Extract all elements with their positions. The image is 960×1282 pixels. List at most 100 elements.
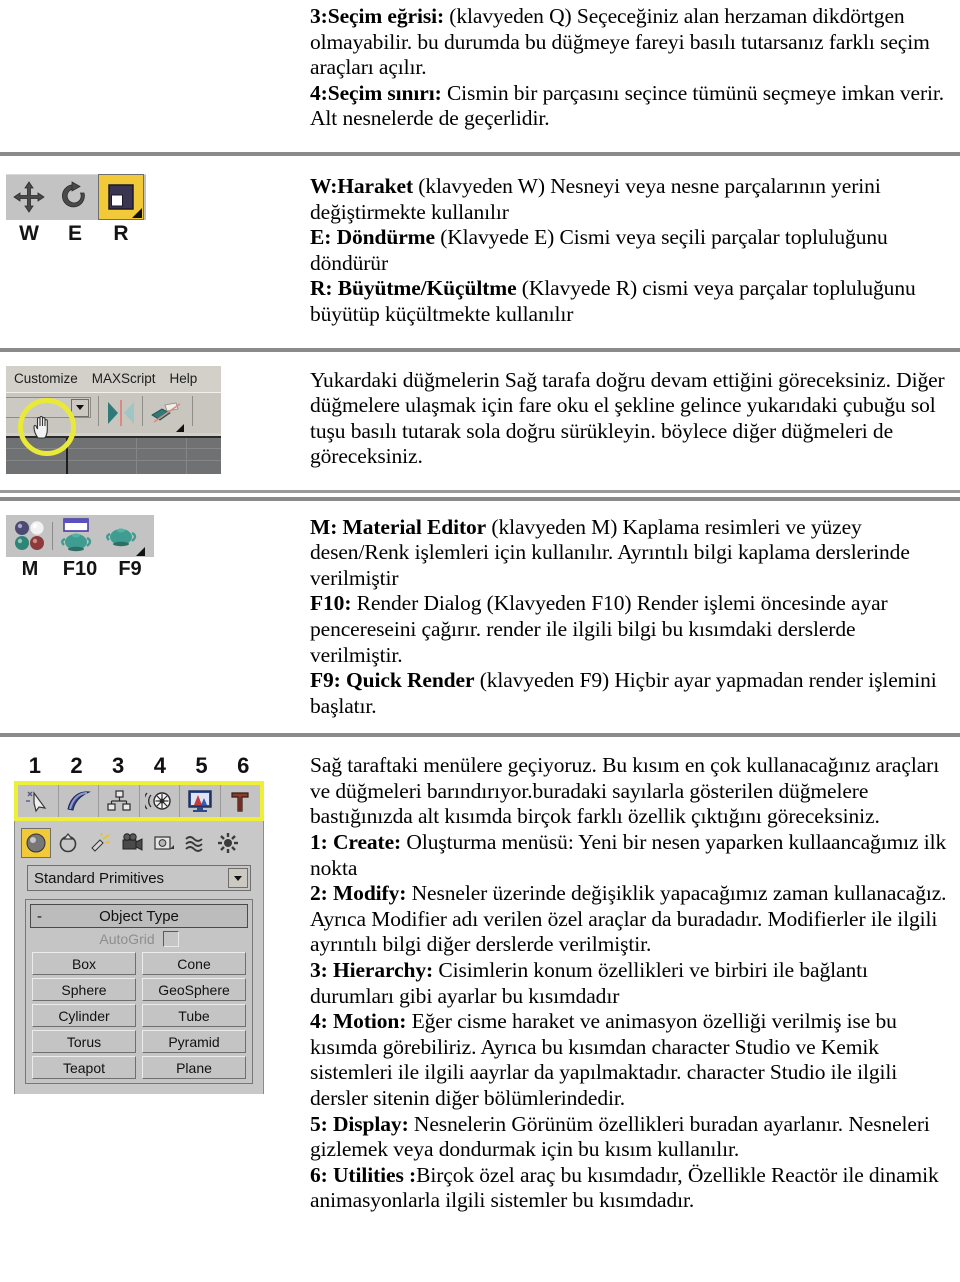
- object-type-rollout: - Object Type AutoGrid Box Cone Sphere G…: [25, 899, 253, 1085]
- display-icon: [188, 790, 212, 813]
- tab-create[interactable]: [18, 785, 59, 818]
- category-helpers[interactable]: [149, 828, 179, 858]
- paragraph: 1: Create: Oluşturma menüsü: Yeni bir ne…: [310, 830, 950, 881]
- rollout-title: Object Type: [99, 907, 179, 925]
- category-space-warps[interactable]: [181, 828, 211, 858]
- tab-utilities[interactable]: [221, 785, 261, 817]
- command-panel-tabs: [14, 781, 264, 822]
- toolbar-separator: [192, 395, 193, 426]
- paragraph-body: Nesneler üzerinde değişiklik yapacağımız…: [310, 881, 947, 957]
- object-button-cone[interactable]: Cone: [142, 952, 246, 976]
- paragraph: 4:Seçim sınırı: Cismin bir parçasını seç…: [310, 81, 950, 132]
- paragraph-body: Render Dialog (Klavyeden F10) Render işl…: [310, 591, 888, 667]
- section-render: M F10 F9 M: Material Editor (klavyeden M…: [0, 514, 960, 720]
- key-label-e: E: [67, 221, 82, 245]
- render-figure-column: M F10 F9: [0, 514, 310, 581]
- object-button-torus[interactable]: Torus: [32, 1030, 136, 1054]
- render-toolbar-bar: [6, 514, 154, 557]
- paragraph: 5: Display: Nesnelerin Görünüm özellikle…: [310, 1112, 950, 1163]
- menu-bar-screenshot: Customize MAXScript Help: [6, 365, 221, 474]
- object-button-sphere[interactable]: Sphere: [32, 978, 136, 1002]
- tab-motion[interactable]: [140, 785, 180, 818]
- move-tool-button[interactable]: [6, 174, 52, 220]
- paragraph: 2: Modify: Nesneler üzerinde değişiklik …: [310, 881, 950, 958]
- chevron-down-icon[interactable]: [228, 868, 248, 889]
- rotate-tool-button[interactable]: [52, 174, 98, 220]
- autogrid-row: AutoGrid: [30, 928, 248, 950]
- transform-toolbar-bar: [6, 173, 146, 221]
- align-button[interactable]: [150, 401, 184, 432]
- object-button-pyramid[interactable]: Pyramid: [142, 1030, 246, 1054]
- object-button-geosphere[interactable]: GeoSphere: [142, 978, 246, 1002]
- menu-item-maxscript[interactable]: MAXScript: [92, 371, 156, 386]
- object-button-cylinder[interactable]: Cylinder: [32, 1004, 136, 1028]
- primitives-dropdown[interactable]: Standard Primitives: [27, 865, 251, 892]
- menu-item-customize[interactable]: Customize: [14, 371, 78, 386]
- object-button-teapot[interactable]: Teapot: [32, 1056, 136, 1080]
- command-panel-screenshot: 1 2 3 4 5 6 Standard Primitives - Object…: [6, 753, 268, 1095]
- callout-number: 6: [237, 753, 250, 779]
- paragraph: 3:Seçim eğrisi: (klavyeden Q) Seçeceğini…: [310, 4, 950, 81]
- helpers-icon: [154, 836, 174, 850]
- category-geometry[interactable]: [21, 828, 51, 859]
- section-toolbar-scroll: Customize MAXScript Help Yukardaki düğme…: [0, 365, 960, 474]
- paragraph-body: Yukardaki düğmelerin Sağ tarafa doğru de…: [310, 367, 945, 469]
- callout-number: 4: [153, 753, 166, 779]
- paragraph-lead: 4:Seçim sınırı:: [310, 80, 442, 105]
- command-panel-callout-numbers: 1 2 3 4 5 6: [14, 753, 264, 779]
- paragraph: W:Haraket (klavyeden W) Nesneyi veya nes…: [310, 174, 950, 225]
- paragraph: 6: Utilities :Birçok özel araç bu kısımd…: [310, 1163, 950, 1214]
- chevron-down-icon[interactable]: [71, 398, 89, 417]
- flyout-arrow-icon: [176, 423, 184, 432]
- toolbar-scroll-text: Yukardaki düğmelerin Sağ tarafa doğru de…: [310, 366, 960, 470]
- paragraph-lead: 4: Motion:: [310, 1009, 407, 1034]
- object-button-tube[interactable]: Tube: [142, 1004, 246, 1028]
- collapse-toggle[interactable]: -: [37, 908, 42, 925]
- selection-text: 3:Seçim eğrisi: (klavyeden Q) Seçeceğini…: [310, 4, 960, 132]
- cameras-icon: [122, 833, 143, 852]
- command-panel-figure-column: 1 2 3 4 5 6 Standard Primitives - Object…: [0, 753, 310, 1095]
- autogrid-checkbox[interactable]: [162, 931, 179, 948]
- category-systems[interactable]: [213, 828, 243, 858]
- paragraph-lead: 2: Modify:: [310, 881, 407, 906]
- object-button-plane[interactable]: Plane: [142, 1056, 246, 1080]
- category-lights[interactable]: [85, 828, 115, 858]
- category-cameras[interactable]: [117, 828, 147, 858]
- category-shapes[interactable]: [53, 828, 83, 858]
- scale-tool-button[interactable]: [98, 174, 144, 221]
- quick-render-button[interactable]: [99, 515, 145, 557]
- paragraph-body: Sağ taraftaki menülere geçiyoruz. Bu kıs…: [310, 753, 940, 829]
- render-setup-button[interactable]: [53, 515, 99, 557]
- tab-modify[interactable]: [59, 785, 99, 818]
- toolbar-separator: [98, 395, 99, 426]
- paragraph-lead: W:Haraket: [310, 173, 413, 198]
- object-type-buttons: Box Cone Sphere GeoSphere Cylinder Tube …: [30, 950, 248, 1080]
- transform-text: W:Haraket (klavyeden W) Nesneyi veya nes…: [310, 174, 960, 328]
- paragraph-lead: 3: Hierarchy:: [310, 958, 434, 983]
- material-editor-icon: [15, 520, 45, 550]
- render-setup-icon: [61, 517, 92, 551]
- object-button-box[interactable]: Box: [32, 952, 136, 976]
- menu-item-help[interactable]: Help: [170, 371, 198, 386]
- geometry-icon: [26, 833, 46, 853]
- key-label-r: R: [113, 221, 129, 245]
- material-editor-button[interactable]: [6, 515, 52, 557]
- tab-hierarchy[interactable]: [99, 785, 140, 818]
- paragraph: M: Material Editor (klavyeden M) Kaplama…: [310, 515, 950, 592]
- paragraph-lead: M: Material Editor: [310, 514, 487, 539]
- object-type-header[interactable]: - Object Type: [30, 904, 248, 929]
- callout-number: 2: [70, 753, 83, 779]
- mirror-button[interactable]: [106, 399, 136, 432]
- key-label-f10: F10: [62, 557, 98, 580]
- paragraph-body: Oluşturma menüsü: Yeni bir nesen yaparke…: [310, 830, 947, 880]
- tab-display[interactable]: [180, 785, 221, 818]
- transform-key-labels: W E R: [6, 222, 146, 246]
- menu-bar: Customize MAXScript Help: [6, 365, 221, 392]
- move-icon: [13, 181, 45, 214]
- paragraph-lead: F9: Quick Render: [310, 668, 475, 693]
- motion-icon: [145, 792, 171, 810]
- transform-figure-column: W E R: [0, 173, 310, 246]
- key-label-f9: F9: [118, 557, 142, 580]
- flyout-arrow-icon: [132, 208, 142, 219]
- hierarchy-icon: [107, 790, 131, 811]
